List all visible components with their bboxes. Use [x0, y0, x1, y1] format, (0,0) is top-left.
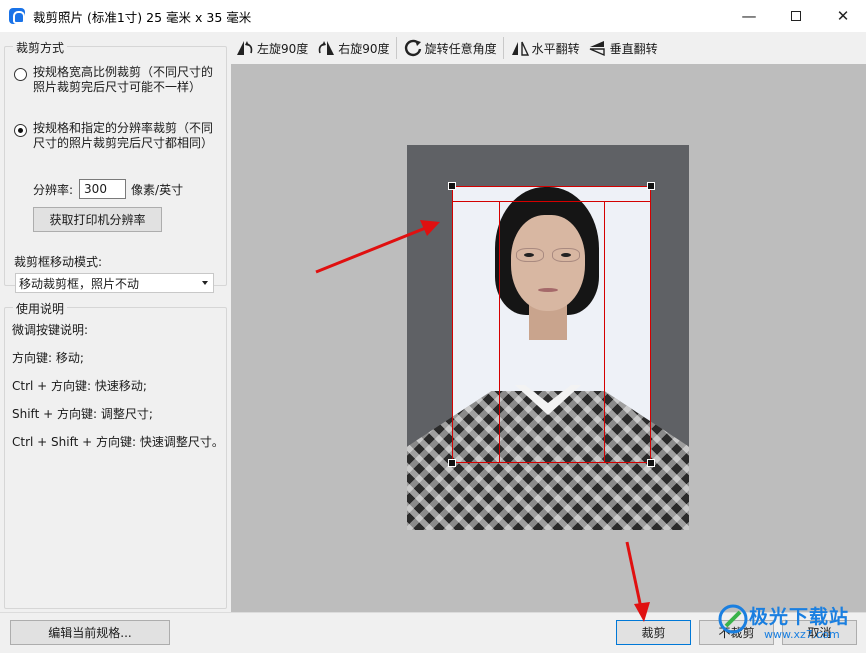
- radio-ratio[interactable]: [14, 68, 27, 81]
- help-line: Ctrl + Shift + 方向键: 快速调整尺寸。: [12, 435, 224, 449]
- title-bar: 裁剪照片 (标准1寸) 25 毫米 x 35 毫米 — ✕: [0, 0, 866, 32]
- get-printer-resolution-button[interactable]: 获取打印机分辨率: [33, 207, 162, 232]
- resolution-input[interactable]: 300: [79, 179, 127, 199]
- rotate-left-label: 左旋90度: [257, 41, 309, 56]
- no-crop-button[interactable]: 不裁剪: [699, 620, 774, 645]
- crop-guide-line: [604, 201, 605, 462]
- radio-resolution-label[interactable]: 按规格和指定的分辨率裁剪（不同尺寸的照片裁剪完后尺寸都相同）: [33, 121, 218, 151]
- crop-frame[interactable]: [452, 186, 651, 463]
- flip-horizontal-icon: [510, 38, 530, 58]
- toolbar-separator: [502, 37, 504, 59]
- crop-handle-bottom-left[interactable]: [448, 459, 456, 467]
- radio-ratio-row[interactable]: 按规格宽高比例裁剪（不同尺寸的照片裁剪完后尺寸可能不一样）: [14, 65, 218, 95]
- flip-horizontal-label: 水平翻转: [531, 41, 580, 56]
- flip-vertical-button[interactable]: 垂直翻转: [584, 34, 662, 62]
- close-button[interactable]: ✕: [820, 0, 866, 32]
- crop-handle-bottom-right[interactable]: [647, 459, 655, 467]
- flip-horizontal-button[interactable]: 水平翻转: [506, 34, 584, 62]
- flip-vertical-label: 垂直翻转: [609, 41, 658, 56]
- edit-spec-button[interactable]: 编辑当前规格...: [10, 620, 170, 645]
- crop-button[interactable]: 裁剪: [616, 620, 691, 645]
- help-line: 方向键: 移动;: [12, 351, 84, 365]
- app-icon: [9, 8, 25, 24]
- help-line: 微调按键说明:: [12, 323, 89, 337]
- flip-vertical-icon: [588, 38, 608, 58]
- minimize-button[interactable]: —: [726, 0, 772, 32]
- cancel-button[interactable]: 取消: [782, 620, 857, 645]
- rotate-any-button[interactable]: 旋转任意角度: [399, 34, 501, 62]
- crop-mode-legend: 裁剪方式: [13, 39, 68, 56]
- help-line: Ctrl + 方向键: 快速移动;: [12, 379, 147, 393]
- help-group: 使用说明 微调按键说明: 方向键: 移动; Ctrl + 方向键: 快速移动; …: [4, 300, 227, 609]
- bottom-bar: 编辑当前规格... 裁剪 不裁剪 取消: [0, 612, 866, 653]
- move-mode-select[interactable]: 移动裁剪框，照片不动: [15, 273, 214, 293]
- resolution-row: 分辨率: 300 像素/英寸: [33, 179, 183, 199]
- crop-mode-group: 裁剪方式 按规格宽高比例裁剪（不同尺寸的照片裁剪完后尺寸可能不一样） 按规格和指…: [4, 39, 227, 293]
- toolbar-separator: [395, 37, 397, 59]
- radio-resolution[interactable]: [14, 124, 27, 137]
- crop-guide-line: [499, 201, 500, 462]
- crop-guide-line: [453, 201, 650, 202]
- rotate-any-icon: [403, 38, 423, 58]
- help-line: Shift + 方向键: 调整尺寸;: [12, 407, 153, 421]
- chevron-down-icon: [202, 281, 208, 285]
- preview-canvas[interactable]: [231, 64, 866, 612]
- move-mode-value: 移动裁剪框，照片不动: [19, 276, 140, 291]
- help-legend: 使用说明: [13, 300, 68, 317]
- resolution-unit: 像素/英寸: [131, 182, 184, 197]
- radio-resolution-row[interactable]: 按规格和指定的分辨率裁剪（不同尺寸的照片裁剪完后尺寸都相同）: [14, 121, 218, 151]
- rotate-left-icon: [235, 38, 255, 58]
- crop-handle-top-right[interactable]: [647, 182, 655, 190]
- resolution-label: 分辨率:: [33, 182, 74, 197]
- radio-ratio-label[interactable]: 按规格宽高比例裁剪（不同尺寸的照片裁剪完后尺寸可能不一样）: [33, 65, 218, 95]
- rotate-any-label: 旋转任意角度: [424, 41, 497, 56]
- window-title: 裁剪照片 (标准1寸) 25 毫米 x 35 毫米: [33, 9, 252, 25]
- rotate-right-icon: [316, 38, 336, 58]
- left-panel: 裁剪方式 按规格宽高比例裁剪（不同尺寸的照片裁剪完后尺寸可能不一样） 按规格和指…: [0, 32, 231, 612]
- crop-handle-top-left[interactable]: [448, 182, 456, 190]
- toolbar: 左旋90度 右旋90度 旋转任意角度 水平翻转 垂直翻转: [231, 32, 866, 64]
- move-mode-label: 裁剪框移动模式:: [14, 255, 103, 269]
- maximize-icon: [791, 11, 801, 21]
- maximize-button[interactable]: [773, 0, 819, 32]
- rotate-left-button[interactable]: 左旋90度: [231, 34, 312, 62]
- rotate-right-label: 右旋90度: [338, 41, 390, 56]
- rotate-right-button[interactable]: 右旋90度: [312, 34, 393, 62]
